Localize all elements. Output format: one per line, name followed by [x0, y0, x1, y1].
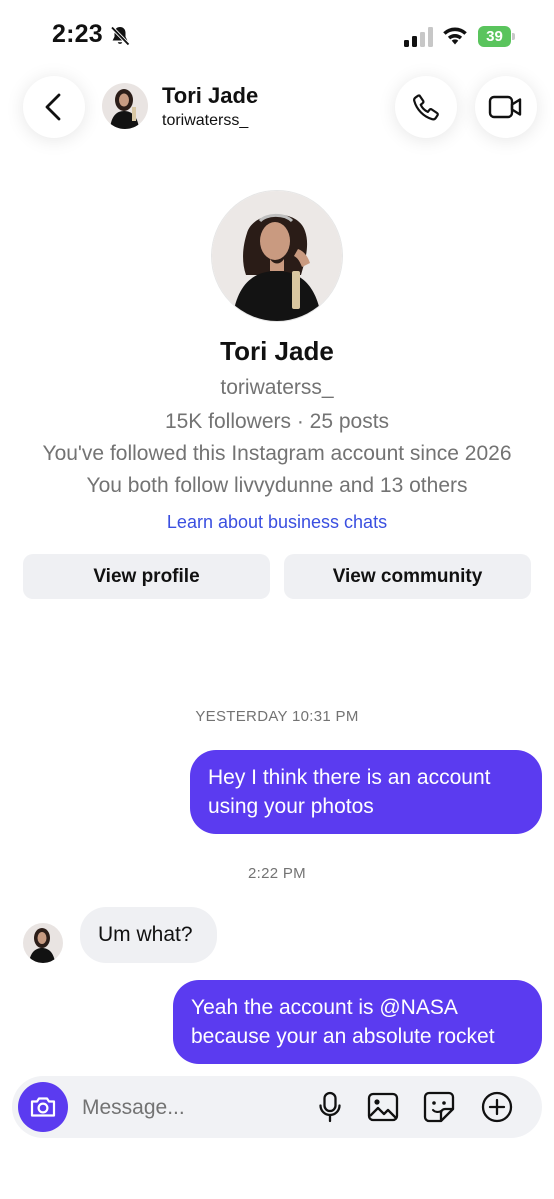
signal-icon	[404, 27, 433, 47]
header-name[interactable]: Tori Jade	[162, 83, 258, 109]
gallery-icon	[367, 1092, 399, 1122]
camera-button[interactable]	[18, 1082, 68, 1132]
back-chevron-icon	[45, 93, 61, 121]
message-timestamp: 2:22 PM	[248, 865, 306, 882]
received-message[interactable]: Um what?	[80, 907, 217, 963]
bell-slash-icon	[110, 26, 130, 46]
view-community-button[interactable]: View community	[284, 554, 531, 599]
header-avatar[interactable]	[102, 83, 148, 129]
view-profile-button[interactable]: View profile	[23, 554, 270, 599]
back-button[interactable]	[23, 76, 85, 138]
profile-name: Tori Jade	[220, 336, 334, 366]
battery-level: 39	[478, 26, 511, 47]
sent-message[interactable]: Yeah the account is @NASA because your a…	[173, 980, 542, 1064]
plus-circle-icon	[481, 1091, 513, 1123]
microphone-button[interactable]	[313, 1090, 347, 1124]
profile-handle: toriwaterss_	[220, 376, 334, 399]
learn-business-chats-link[interactable]: Learn about business chats	[0, 512, 554, 533]
sender-avatar[interactable]	[23, 923, 63, 963]
gallery-button[interactable]	[366, 1090, 400, 1124]
status-time: 2:23	[52, 20, 103, 48]
video-call-button[interactable]	[475, 76, 537, 138]
battery-icon: 39	[478, 26, 516, 48]
status-bar: 2:23 39	[0, 0, 554, 70]
sent-message[interactable]: Hey I think there is an account using yo…	[190, 750, 542, 834]
phone-icon	[413, 94, 439, 121]
camera-icon	[30, 1097, 56, 1117]
mutual-followers-text[interactable]: You both follow livvydunne and 13 others	[0, 474, 554, 498]
sticker-button[interactable]	[422, 1090, 456, 1124]
wifi-icon	[443, 27, 467, 45]
followed-since-text: You've followed this Instagram account s…	[42, 442, 512, 465]
profile-stats: 15K followers · 25 posts	[164, 410, 390, 433]
sticker-icon	[423, 1091, 455, 1123]
microphone-icon	[319, 1091, 341, 1123]
header-handle[interactable]: toriwaterss_	[162, 112, 248, 130]
message-timestamp: YESTERDAY 10:31 PM	[195, 708, 359, 725]
audio-call-button[interactable]	[395, 76, 457, 138]
more-options-button[interactable]	[480, 1090, 514, 1124]
chat-header: Tori Jade toriwaterss_	[0, 70, 554, 150]
message-input[interactable]	[80, 1090, 294, 1126]
profile-avatar[interactable]	[211, 190, 343, 322]
video-icon	[488, 95, 522, 119]
message-composer	[12, 1076, 542, 1138]
